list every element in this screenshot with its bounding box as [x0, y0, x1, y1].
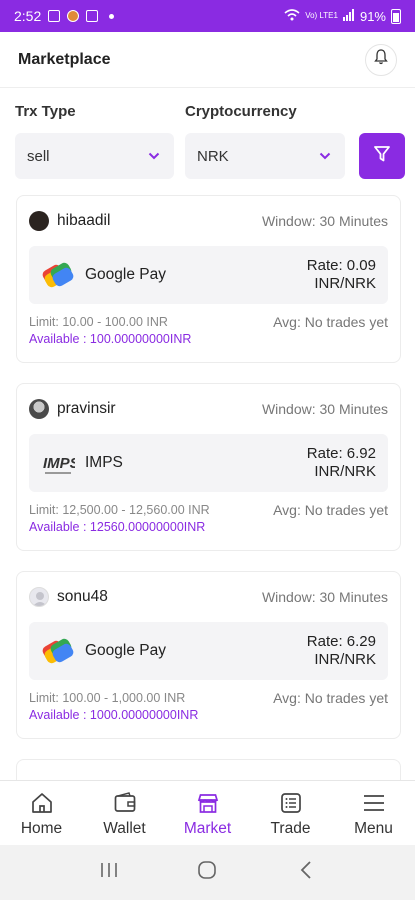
chevron-down-icon	[148, 151, 162, 161]
nav-menu-label: Menu	[354, 820, 393, 837]
avg-text: Avg: No trades yet	[273, 502, 388, 518]
wifi-icon	[284, 8, 300, 24]
wallet-icon	[112, 790, 138, 816]
filter-button[interactable]	[359, 133, 405, 179]
offer-card[interactable]: sonu48 Window: 30 Minutes Google Pay Rat…	[16, 571, 401, 739]
cryptocurrency-value: NRK	[197, 147, 229, 165]
app-header: Marketplace	[0, 32, 415, 88]
page-title: Marketplace	[18, 50, 111, 68]
username: hibaadil	[57, 212, 111, 229]
payment-name: IMPS	[85, 454, 123, 471]
avg-text: Avg: No trades yet	[273, 690, 388, 706]
nav-market[interactable]: Market	[166, 781, 249, 845]
payment-method: Google Pay Rate: 0.09 INR/NRK	[29, 246, 388, 304]
chevron-down-icon	[319, 151, 333, 161]
available-text: Available : 1000.00000000INR	[29, 708, 199, 722]
rate: Rate: 6.92 INR/NRK	[307, 445, 376, 481]
network-label: Vo) LTE1	[305, 11, 338, 20]
notifications-button[interactable]	[365, 43, 397, 76]
check-icon	[86, 10, 99, 22]
window-time: Window: 30 Minutes	[261, 213, 388, 229]
gallery-icon	[48, 10, 61, 22]
nav-wallet[interactable]: Wallet	[83, 781, 166, 845]
back-button[interactable]	[291, 858, 321, 888]
offer-card[interactable]: pravinsir Window: 30 Minutes IMPS IMPS R…	[16, 383, 401, 551]
avatar	[29, 211, 49, 231]
username: pravinsir	[57, 400, 116, 417]
trade-icon	[278, 790, 304, 816]
payment-name: Google Pay	[85, 266, 166, 283]
nav-wallet-label: Wallet	[103, 820, 146, 837]
limit-text: Limit: 100.00 - 1,000.00 INR	[29, 691, 186, 705]
avatar	[29, 587, 49, 607]
window-time: Window: 30 Minutes	[261, 589, 388, 605]
signal-icon	[342, 8, 355, 24]
rate-unit: INR/NRK	[314, 651, 376, 668]
nav-home-label: Home	[20, 820, 63, 837]
market-icon	[195, 790, 221, 816]
app-notification-icon	[67, 10, 80, 22]
battery-percent: 91%	[359, 8, 386, 24]
rate-unit: INR/NRK	[314, 463, 376, 480]
payment-method: IMPS IMPS Rate: 6.92 INR/NRK	[29, 434, 388, 492]
username: sonu48	[57, 588, 108, 605]
avatar	[29, 399, 49, 419]
limit-text: Limit: 10.00 - 100.00 INR	[29, 315, 168, 329]
avg-text: Avg: No trades yet	[273, 314, 388, 330]
nav-trade[interactable]: Trade	[249, 781, 332, 845]
limit-text: Limit: 12,500.00 - 12,560.00 INR	[29, 503, 210, 517]
recent-apps-button[interactable]	[94, 858, 124, 888]
rate-value: Rate: 6.92	[306, 445, 376, 462]
cryptocurrency-select[interactable]: NRK	[185, 133, 345, 179]
google-pay-icon	[41, 258, 75, 292]
battery-icon	[391, 8, 401, 24]
rate-value: Rate: 6.29	[306, 633, 376, 650]
trx-type-label: Trx Type	[15, 103, 76, 120]
nav-trade-label: Trade	[270, 820, 311, 837]
back-icon	[299, 860, 313, 885]
trx-type-select[interactable]: sell	[15, 133, 174, 179]
filter-icon	[373, 145, 391, 168]
window-time: Window: 30 Minutes	[261, 401, 388, 417]
google-pay-icon	[41, 634, 75, 668]
filter-row: sell NRK	[15, 133, 405, 179]
rate-unit: INR/NRK	[314, 275, 376, 292]
cryptocurrency-label: Cryptocurrency	[185, 103, 297, 120]
status-bar: 2:52 Vo) LTE1 91%	[0, 0, 415, 32]
payment-method: Google Pay Rate: 6.29 INR/NRK	[29, 622, 388, 680]
dot-icon	[109, 13, 115, 19]
imps-icon: IMPS	[41, 446, 75, 480]
nav-market-label: Market	[183, 820, 232, 837]
payment-name: Google Pay	[85, 642, 166, 659]
bottom-nav: Home Wallet Market Trade Menu	[0, 780, 415, 845]
rate: Rate: 0.09 INR/NRK	[307, 257, 376, 293]
nav-home[interactable]: Home	[0, 781, 83, 845]
status-time: 2:52	[14, 8, 42, 24]
available-text: Available : 100.00000000INR	[29, 332, 192, 346]
trx-type-value: sell	[27, 147, 50, 165]
svg-text:IMPS: IMPS	[43, 455, 75, 472]
menu-icon	[361, 790, 387, 816]
filter-labels: Trx Type Cryptocurrency	[15, 103, 405, 120]
home-circle-icon	[197, 860, 217, 885]
system-nav-bar	[0, 845, 415, 900]
nav-menu[interactable]: Menu	[332, 781, 415, 845]
home-system-button[interactable]	[192, 858, 222, 888]
rate-value: Rate: 0.09	[306, 257, 376, 274]
home-icon	[29, 790, 55, 816]
bell-icon	[374, 49, 388, 70]
recent-apps-icon	[99, 861, 119, 884]
available-text: Available : 12560.00000000INR	[29, 520, 206, 534]
rate: Rate: 6.29 INR/NRK	[307, 633, 376, 669]
offer-card[interactable]: hibaadil Window: 30 Minutes Google Pay R…	[16, 195, 401, 363]
